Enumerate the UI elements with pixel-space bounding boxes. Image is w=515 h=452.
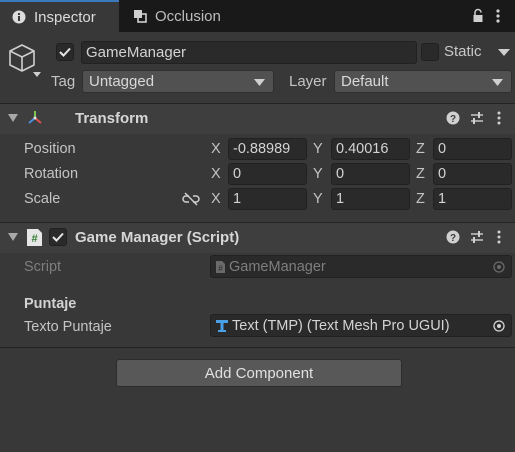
kebab-menu-icon[interactable] bbox=[495, 8, 501, 24]
tab-occlusion-label: Occlusion bbox=[155, 7, 221, 25]
rotation-x-input[interactable]: 0 bbox=[228, 163, 307, 185]
layer-value: Default bbox=[341, 73, 389, 90]
position-x-value: -0.88989 bbox=[233, 141, 291, 157]
chevron-down-icon bbox=[492, 79, 503, 86]
section-header-puntaje: Puntaje bbox=[24, 296, 77, 312]
scale-x-axis-label[interactable]: X bbox=[211, 191, 221, 207]
svg-text:#: # bbox=[218, 264, 223, 273]
tab-inspector-label: Inspector bbox=[34, 8, 96, 26]
script-value: GameManager bbox=[229, 258, 326, 275]
transform-icon bbox=[26, 109, 44, 127]
layer-dropdown[interactable]: Default bbox=[334, 70, 512, 93]
script-label: Script bbox=[24, 259, 62, 275]
divider bbox=[0, 347, 515, 348]
texto-puntaje-object-field[interactable]: Text (TMP) (Text Mesh Pro UGUI) bbox=[210, 314, 512, 337]
help-icon[interactable]: ? bbox=[446, 111, 460, 125]
scale-y-axis-label[interactable]: Y bbox=[313, 191, 323, 207]
checkmark-icon bbox=[59, 47, 71, 57]
rotation-z-axis-label[interactable]: Z bbox=[416, 166, 425, 182]
rotation-y-axis-label[interactable]: Y bbox=[313, 166, 323, 182]
rotation-y-value: 0 bbox=[336, 166, 345, 182]
tag-dropdown[interactable]: Untagged bbox=[82, 70, 274, 93]
component-enabled-checkbox[interactable] bbox=[49, 228, 67, 246]
add-component-button[interactable]: Add Component bbox=[116, 359, 402, 387]
rotation-y-input[interactable]: 0 bbox=[331, 163, 410, 185]
lock-icon[interactable] bbox=[472, 8, 484, 24]
rotation-z-value: 0 bbox=[438, 166, 447, 182]
tab-occlusion[interactable]: Occlusion bbox=[121, 0, 261, 32]
svg-text:?: ? bbox=[450, 114, 456, 125]
static-label: Static bbox=[444, 43, 482, 60]
gameobject-cube-icon[interactable] bbox=[7, 42, 41, 78]
active-checkbox[interactable] bbox=[56, 43, 74, 61]
transform-title: Transform bbox=[75, 110, 149, 127]
rotation-z-input[interactable]: 0 bbox=[433, 163, 512, 185]
kebab-menu-icon[interactable] bbox=[496, 111, 502, 125]
help-icon[interactable]: ? bbox=[446, 230, 460, 244]
position-z-input[interactable]: 0 bbox=[433, 138, 512, 160]
chevron-down-icon bbox=[254, 79, 265, 86]
scale-x-value: 1 bbox=[233, 191, 242, 207]
position-label: Position bbox=[24, 141, 76, 157]
object-name-text: GameManager bbox=[86, 44, 187, 61]
position-z-axis-label[interactable]: Z bbox=[416, 141, 425, 157]
scale-z-input[interactable]: 1 bbox=[433, 188, 512, 210]
kebab-menu-icon[interactable] bbox=[496, 230, 502, 244]
tag-label: Tag bbox=[51, 73, 76, 90]
texto-puntaje-value: Text (TMP) (Text Mesh Pro UGUI) bbox=[232, 317, 450, 334]
scale-label: Scale bbox=[24, 191, 61, 207]
position-y-input[interactable]: 0.40016 bbox=[331, 138, 410, 160]
preset-sliders-icon[interactable] bbox=[470, 230, 484, 244]
scale-z-axis-label[interactable]: Z bbox=[416, 191, 425, 207]
position-x-input[interactable]: -0.88989 bbox=[228, 138, 307, 160]
foldout-arrow-icon[interactable] bbox=[8, 233, 18, 241]
texto-puntaje-label: Texto Puntaje bbox=[24, 319, 112, 335]
add-component-label: Add Component bbox=[204, 364, 314, 382]
rotation-x-value: 0 bbox=[233, 166, 242, 182]
script-object-field: # GameManager bbox=[210, 255, 512, 278]
constrain-proportions-unlinked-icon[interactable] bbox=[182, 192, 200, 206]
position-y-axis-label[interactable]: Y bbox=[313, 141, 323, 157]
position-x-axis-label[interactable]: X bbox=[211, 141, 221, 157]
info-icon bbox=[12, 10, 26, 24]
scale-x-input[interactable]: 1 bbox=[228, 188, 307, 210]
tag-value: Untagged bbox=[89, 73, 155, 90]
csharp-script-icon: # bbox=[26, 228, 43, 247]
object-name-input[interactable]: GameManager bbox=[81, 41, 417, 64]
rotation-label: Rotation bbox=[24, 166, 79, 182]
occlusion-icon bbox=[133, 9, 147, 23]
position-y-value: 0.40016 bbox=[336, 141, 389, 157]
script-file-icon: # bbox=[215, 260, 226, 274]
scale-y-value: 1 bbox=[336, 191, 345, 207]
checkmark-icon bbox=[52, 232, 64, 242]
svg-text:#: # bbox=[31, 233, 37, 245]
preset-sliders-icon[interactable] bbox=[470, 111, 484, 125]
position-z-value: 0 bbox=[438, 141, 447, 157]
static-checkbox[interactable] bbox=[421, 43, 439, 61]
svg-text:?: ? bbox=[450, 233, 456, 244]
static-dropdown-arrow-icon[interactable] bbox=[498, 49, 510, 56]
foldout-arrow-icon[interactable] bbox=[8, 114, 18, 122]
scale-y-input[interactable]: 1 bbox=[331, 188, 410, 210]
tmp-text-icon bbox=[215, 319, 229, 333]
object-picker-icon[interactable] bbox=[493, 320, 505, 332]
object-picker-icon bbox=[493, 261, 505, 273]
layer-label: Layer bbox=[289, 73, 327, 90]
script-component-title: Game Manager (Script) bbox=[75, 229, 240, 246]
tab-inspector[interactable]: Inspector bbox=[0, 0, 119, 32]
scale-z-value: 1 bbox=[438, 191, 447, 207]
rotation-x-axis-label[interactable]: X bbox=[211, 166, 221, 182]
